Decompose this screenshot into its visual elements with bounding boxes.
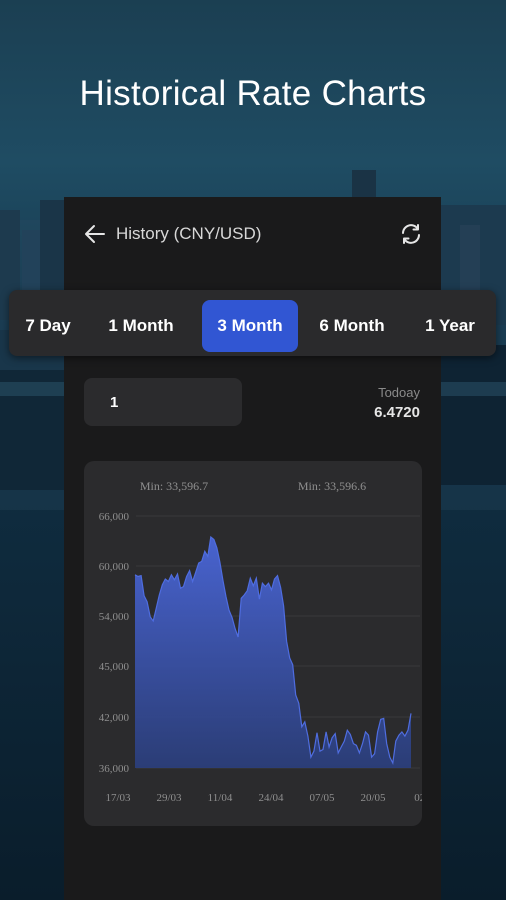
period-option-1-year[interactable]: 1 Year: [413, 300, 487, 352]
period-option-6-month[interactable]: 6 Month: [309, 300, 395, 352]
x-tick-label: 17/03: [105, 792, 131, 804]
y-tick-label: 54,000: [99, 611, 130, 623]
amount-input[interactable]: [84, 378, 242, 426]
period-selector: 7 Day 1 Month 3 Month 6 Month 1 Year: [9, 290, 496, 356]
rate-area-series: [135, 537, 411, 768]
x-tick-label: 24/04: [258, 792, 284, 804]
y-tick-label: 66,000: [99, 511, 130, 523]
app-header: History (CNY/USD): [64, 197, 441, 269]
page-title: History (CNY/USD): [116, 224, 262, 243]
refresh-icon[interactable]: [399, 222, 423, 246]
y-tick-label: 36,000: [99, 763, 130, 775]
period-option-7-day[interactable]: 7 Day: [14, 300, 82, 352]
y-tick-label: 45,000: [99, 661, 130, 673]
x-tick-label: 11/04: [208, 792, 233, 804]
today-rate-value: 6.4720: [374, 404, 420, 421]
arrow-left-icon[interactable]: [84, 223, 106, 245]
x-tick-label: 20/05: [360, 792, 386, 804]
rate-history-chart: Min: 33,596.7 Min: 33,596.6 66,000 60,000…: [99, 479, 422, 804]
x-tick-label: 07/05: [309, 792, 335, 804]
today-label: Todoay: [378, 385, 420, 400]
rate-chart-card: Min: 33,596.7 Min: 33,596.6 66,000 60,000…: [84, 461, 422, 826]
y-tick-label: 42,000: [99, 712, 130, 724]
x-tick-label: 29/03: [156, 792, 182, 804]
x-tick-label: 02/0: [414, 792, 422, 804]
y-tick-label: 60,000: [99, 561, 130, 573]
min-label-left: Min: 33,596.7: [140, 479, 208, 493]
period-option-3-month[interactable]: 3 Month: [202, 300, 298, 352]
min-label-right: Min: 33,596.6: [298, 479, 366, 493]
headline: Historical Rate Charts: [79, 74, 427, 113]
period-option-1-month[interactable]: 1 Month: [99, 300, 183, 352]
